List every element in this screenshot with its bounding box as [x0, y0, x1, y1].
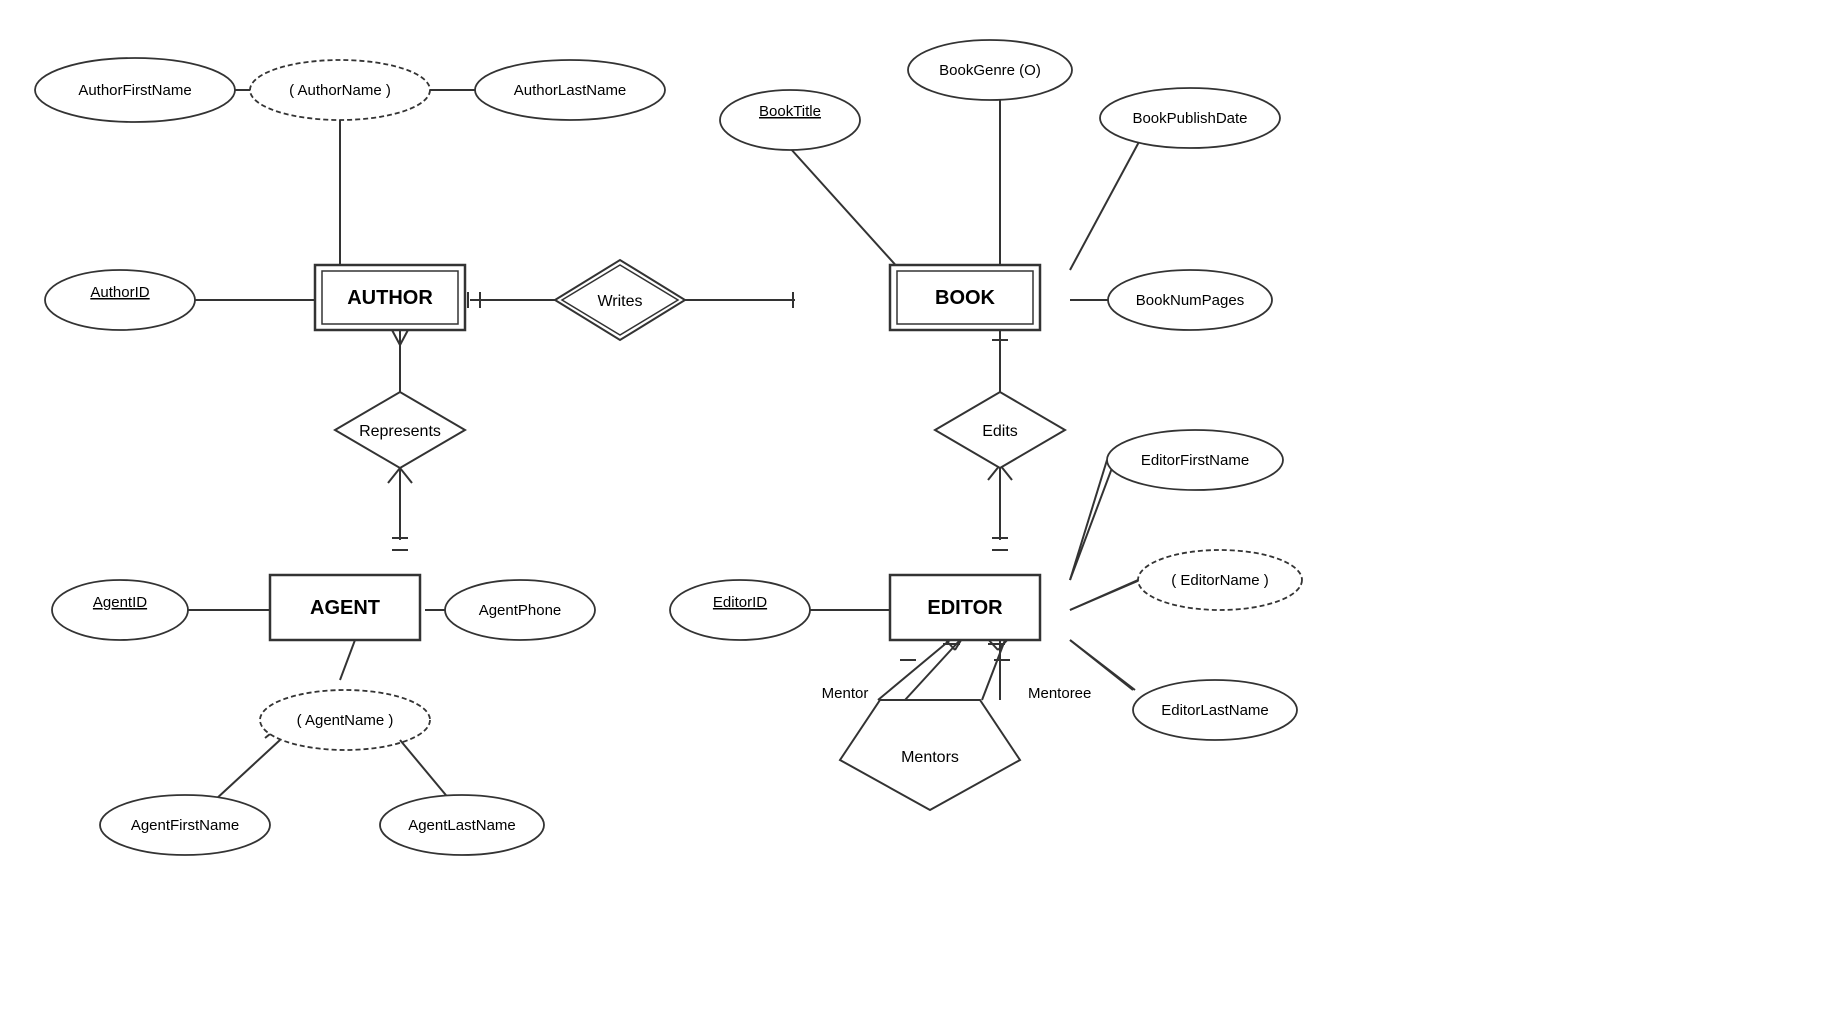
mentors-label: Mentors — [901, 749, 959, 766]
editor-lastname-label: EditorLastName — [1161, 702, 1269, 719]
author-name-label: ( AuthorName ) — [289, 82, 391, 99]
editor-id-label: EditorID — [713, 594, 767, 611]
book-numpages-label: BookNumPages — [1136, 292, 1244, 309]
agent-id-label: AgentID — [93, 594, 147, 611]
mentor-label: Mentor — [822, 685, 869, 702]
book-genre-label: BookGenre (O) — [939, 62, 1041, 79]
author-firstname-label: AuthorFirstName — [78, 82, 191, 99]
editor-entity-label: EDITOR — [927, 597, 1003, 619]
author-entity-label: AUTHOR — [347, 287, 433, 309]
mentoree-label: Mentoree — [1028, 685, 1091, 702]
agent-phone-label: AgentPhone — [479, 602, 562, 619]
agent-name-label: ( AgentName ) — [297, 712, 394, 729]
writes-label: Writes — [597, 293, 642, 310]
book-title-label: BookTitle — [759, 103, 821, 120]
author-lastname-label: AuthorLastName — [514, 82, 627, 99]
book-publishdate-label: BookPublishDate — [1132, 110, 1247, 127]
editor-name-label: ( EditorName ) — [1171, 572, 1269, 589]
author-id-label: AuthorID — [90, 284, 149, 301]
edits-label: Edits — [982, 423, 1018, 440]
er-diagram: Writes Represents Edits Mentors Mentor M… — [0, 0, 1830, 1026]
represents-label: Represents — [359, 423, 441, 440]
agent-firstname-label: AgentFirstName — [131, 817, 239, 834]
book-entity-label: BOOK — [935, 287, 996, 309]
book-title-attr — [720, 90, 860, 150]
agent-lastname-label: AgentLastName — [408, 817, 516, 834]
editor-firstname-label: EditorFirstName — [1141, 452, 1249, 469]
agent-entity-label: AGENT — [310, 597, 380, 619]
